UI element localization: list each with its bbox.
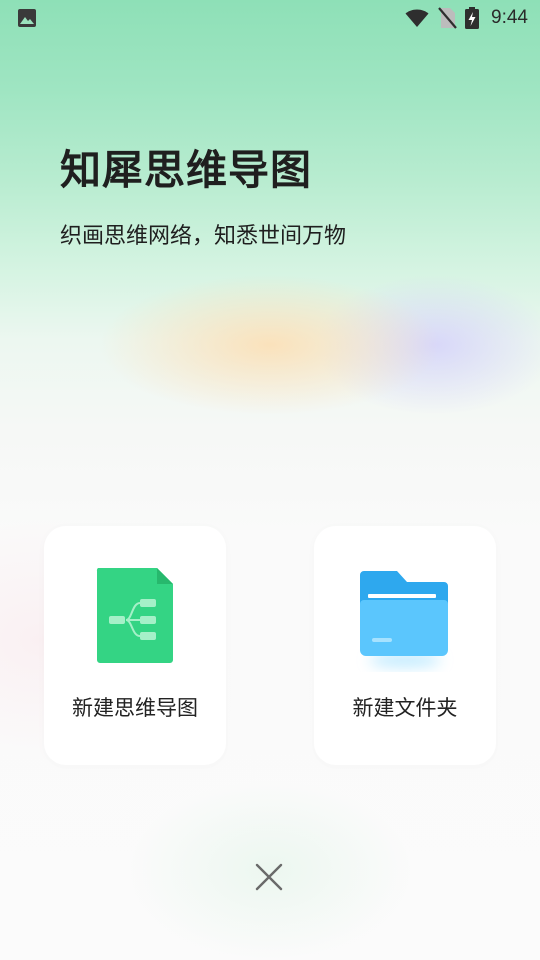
no-sim-icon	[438, 7, 457, 29]
new-folder-label: 新建文件夹	[352, 696, 458, 720]
close-icon	[255, 863, 283, 891]
new-item-screen: 9:44 知犀思维导图 织画思维网络，知悉世间万物 新建思维导图 新建文件夹	[0, 0, 540, 960]
battery-charging-icon	[465, 7, 480, 29]
wifi-icon	[405, 9, 429, 27]
close-button[interactable]	[249, 857, 289, 897]
new-folder-button[interactable]: 新建文件夹	[314, 526, 496, 765]
folder-icon	[360, 571, 448, 667]
app-subtitle: 织画思维网络，知悉世间万物	[60, 224, 347, 249]
mindmap-file-icon	[96, 568, 173, 663]
status-time: 9:44	[491, 7, 528, 28]
status-icons: 9:44	[405, 6, 528, 30]
new-mindmap-label: 新建思维导图	[72, 696, 198, 720]
status-bar: 9:44	[0, 0, 540, 36]
app-title: 知犀思维导图	[60, 146, 312, 194]
image-notification-icon	[18, 9, 36, 27]
new-mindmap-button[interactable]: 新建思维导图	[44, 526, 226, 765]
